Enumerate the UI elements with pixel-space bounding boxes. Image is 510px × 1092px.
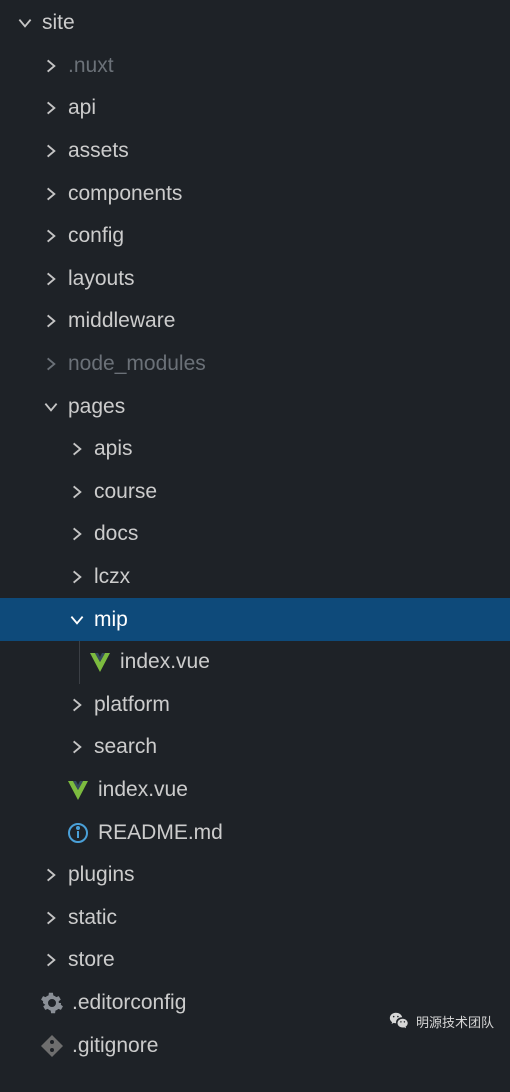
wechat-watermark: 明源技术团队 <box>382 1006 500 1036</box>
vue-icon <box>88 650 112 674</box>
chevron-right-icon <box>66 736 88 758</box>
chevron-right-icon <box>40 907 62 929</box>
tree-item-pages-index[interactable]: index.vue <box>0 769 510 812</box>
tree-item-plugins[interactable]: plugins <box>0 854 510 897</box>
chevron-right-icon <box>40 183 62 205</box>
git-icon <box>40 1034 64 1058</box>
tree-item-site[interactable]: site <box>0 2 510 45</box>
tree-item-docs[interactable]: docs <box>0 513 510 556</box>
tree-item-label: docs <box>94 522 510 546</box>
tree-item-components[interactable]: components <box>0 172 510 215</box>
tree-item-label: site <box>42 11 510 35</box>
tree-item-store[interactable]: store <box>0 939 510 982</box>
tree-item-platform[interactable]: platform <box>0 684 510 727</box>
tree-item-label: platform <box>94 693 510 717</box>
info-icon <box>66 821 90 845</box>
tree-item-assets[interactable]: assets <box>0 130 510 173</box>
tree-item-label: apis <box>94 437 510 461</box>
chevron-right-icon <box>40 310 62 332</box>
gear-icon <box>40 991 64 1015</box>
tree-item-label: middleware <box>68 309 510 333</box>
chevron-right-icon <box>40 268 62 290</box>
tree-item-label: pages <box>68 395 510 419</box>
chevron-right-icon <box>40 864 62 886</box>
chevron-right-icon <box>40 55 62 77</box>
tree-item-nuxt[interactable]: .nuxt <box>0 45 510 88</box>
tree-item-label: index.vue <box>98 778 510 802</box>
tree-item-label: components <box>68 182 510 206</box>
tree-item-api[interactable]: api <box>0 87 510 130</box>
tree-item-lczx[interactable]: lczx <box>0 556 510 599</box>
tree-item-label: store <box>68 948 510 972</box>
tree-item-readme[interactable]: README.md <box>0 811 510 854</box>
tree-item-label: course <box>94 480 510 504</box>
tree-item-apis[interactable]: apis <box>0 428 510 471</box>
tree-item-label: config <box>68 224 510 248</box>
file-explorer-tree: site .nuxt api assets components config … <box>0 0 510 1067</box>
tree-item-pages[interactable]: pages <box>0 385 510 428</box>
chevron-right-icon <box>40 225 62 247</box>
tree-item-label: mip <box>94 608 510 632</box>
chevron-down-icon <box>14 12 36 34</box>
tree-item-label: .nuxt <box>68 54 510 78</box>
tree-item-label: README.md <box>98 821 510 845</box>
chevron-right-icon <box>40 140 62 162</box>
chevron-right-icon <box>40 97 62 119</box>
chevron-down-icon <box>40 396 62 418</box>
tree-item-label: static <box>68 906 510 930</box>
tree-item-label: api <box>68 96 510 120</box>
tree-item-label: assets <box>68 139 510 163</box>
tree-item-course[interactable]: course <box>0 471 510 514</box>
tree-item-label: search <box>94 735 510 759</box>
tree-item-layouts[interactable]: layouts <box>0 258 510 301</box>
tree-item-static[interactable]: static <box>0 896 510 939</box>
tree-item-label: .gitignore <box>72 1034 510 1058</box>
tree-item-label: node_modules <box>68 352 510 376</box>
chevron-right-icon <box>66 694 88 716</box>
tree-item-mip-index[interactable]: index.vue <box>0 641 510 684</box>
wechat-icon <box>388 1010 410 1032</box>
chevron-right-icon <box>66 523 88 545</box>
vue-icon <box>66 778 90 802</box>
tree-item-label: plugins <box>68 863 510 887</box>
tree-item-middleware[interactable]: middleware <box>0 300 510 343</box>
chevron-right-icon <box>66 438 88 460</box>
chevron-right-icon <box>66 566 88 588</box>
chevron-right-icon <box>40 949 62 971</box>
chevron-down-icon <box>66 609 88 631</box>
chevron-right-icon <box>66 481 88 503</box>
tree-item-node-modules[interactable]: node_modules <box>0 343 510 386</box>
tree-item-mip[interactable]: mip <box>0 598 510 641</box>
tree-item-search[interactable]: search <box>0 726 510 769</box>
tree-item-config[interactable]: config <box>0 215 510 258</box>
tree-item-label: layouts <box>68 267 510 291</box>
wechat-watermark-label: 明源技术团队 <box>416 1012 494 1031</box>
tree-item-label: index.vue <box>120 650 510 674</box>
chevron-right-icon <box>40 353 62 375</box>
tree-item-label: lczx <box>94 565 510 589</box>
